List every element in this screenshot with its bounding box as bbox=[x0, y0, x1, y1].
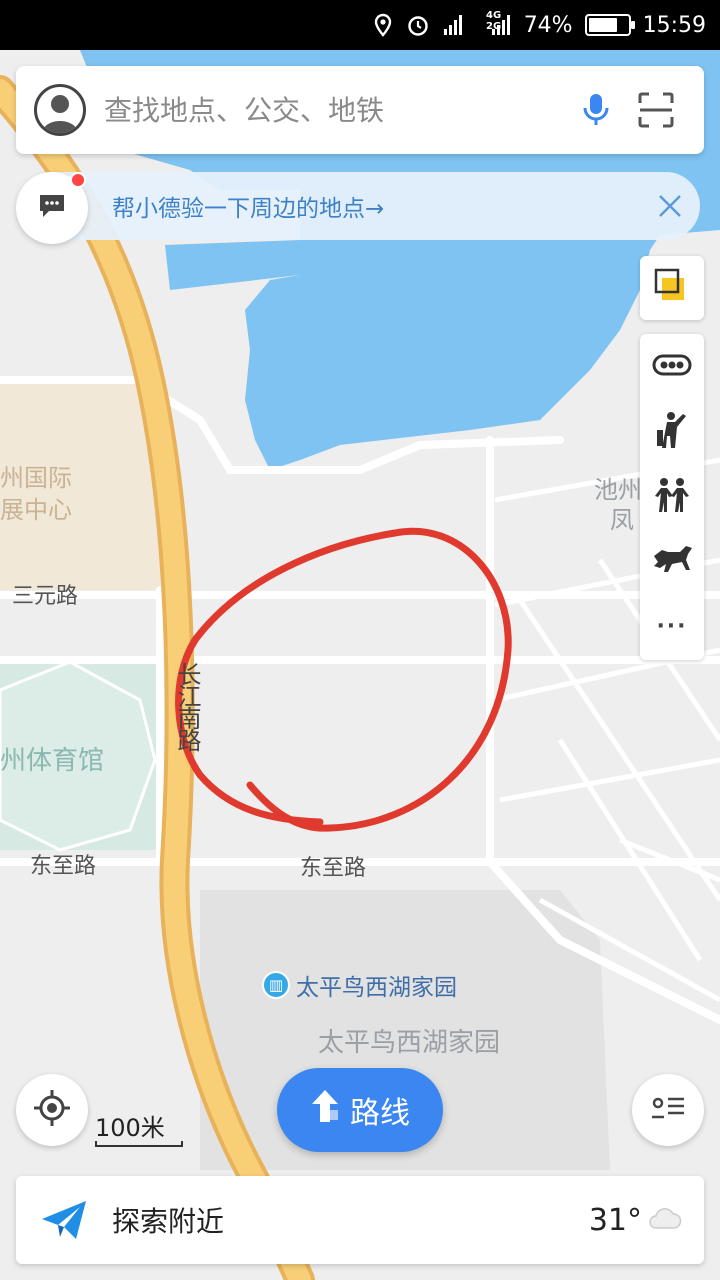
traffic-button[interactable] bbox=[640, 334, 704, 399]
status-bar: 4G 2G 74% 15:59 bbox=[0, 0, 720, 50]
battery-percent: 74% bbox=[523, 12, 573, 38]
changjiang-road-label: 长江南路 bbox=[173, 662, 201, 750]
close-icon[interactable] bbox=[640, 194, 700, 218]
list-button[interactable] bbox=[632, 1074, 704, 1146]
message-icon bbox=[37, 192, 67, 224]
alarm-icon bbox=[406, 13, 430, 37]
area-label: 太平鸟西湖家园 bbox=[318, 1028, 501, 1058]
tool-panel: ··· bbox=[640, 334, 704, 660]
locate-button[interactable] bbox=[16, 1074, 88, 1146]
sanyuan-road-label: 三元路 bbox=[12, 584, 79, 609]
stadium-label: 州体育馆 bbox=[0, 746, 105, 776]
send-plane-icon bbox=[38, 1199, 90, 1241]
notification-dot bbox=[70, 172, 86, 188]
scale-bar bbox=[95, 1141, 183, 1147]
layers-icon bbox=[652, 266, 692, 310]
weather-widget[interactable]: 31° bbox=[589, 1203, 682, 1238]
search-input[interactable] bbox=[104, 93, 566, 127]
expo-center-label: 州国际 展中心 bbox=[0, 464, 72, 524]
route-arrow-icon bbox=[310, 1088, 340, 1132]
horse-button[interactable] bbox=[640, 529, 704, 594]
dongzhi-road-label-center: 东至路 bbox=[300, 856, 367, 881]
layers-button[interactable] bbox=[640, 256, 704, 320]
list-icon bbox=[651, 1095, 685, 1125]
clock: 15:59 bbox=[642, 12, 706, 38]
building-icon: ▥ bbox=[262, 971, 290, 999]
temperature: 31° bbox=[588, 1202, 642, 1238]
poi-marker[interactable]: ▥ 太平鸟西湖家园 bbox=[262, 968, 457, 1002]
people-button[interactable] bbox=[640, 464, 704, 529]
tip-banner[interactable]: 帮小德验一下周边的地点→ bbox=[16, 172, 700, 240]
pedestrian-icon bbox=[655, 410, 689, 454]
location-pin-icon bbox=[372, 13, 394, 37]
explore-label: 探索附近 bbox=[112, 1205, 225, 1238]
battery-icon bbox=[584, 14, 635, 36]
route-button[interactable]: 路线 bbox=[277, 1068, 443, 1152]
pedestrian-button[interactable] bbox=[640, 399, 704, 464]
signal-icon bbox=[442, 13, 512, 37]
avatar-icon[interactable] bbox=[34, 84, 86, 136]
people-icon bbox=[653, 476, 691, 518]
scan-icon[interactable] bbox=[626, 92, 686, 128]
route-label: 路线 bbox=[350, 1096, 410, 1131]
more-button[interactable]: ··· bbox=[640, 594, 704, 659]
microphone-icon[interactable] bbox=[566, 92, 626, 128]
traffic-icon bbox=[652, 353, 692, 381]
dongzhi-road-label-left: 东至路 bbox=[30, 854, 97, 879]
poi-label: 太平鸟西湖家园 bbox=[296, 975, 457, 1001]
locate-icon bbox=[32, 1088, 72, 1132]
cloud-icon bbox=[648, 1203, 682, 1238]
search-bar[interactable] bbox=[16, 66, 704, 154]
tip-text[interactable]: 帮小德验一下周边的地点→ bbox=[112, 189, 640, 223]
scale-label: 100米 bbox=[95, 1114, 165, 1142]
feng-label: 凤 bbox=[610, 506, 634, 534]
network-type-label: 4G 2G bbox=[486, 10, 502, 32]
explore-nearby-bar[interactable]: 探索附近 31° bbox=[16, 1176, 704, 1264]
horse-icon bbox=[650, 542, 694, 582]
